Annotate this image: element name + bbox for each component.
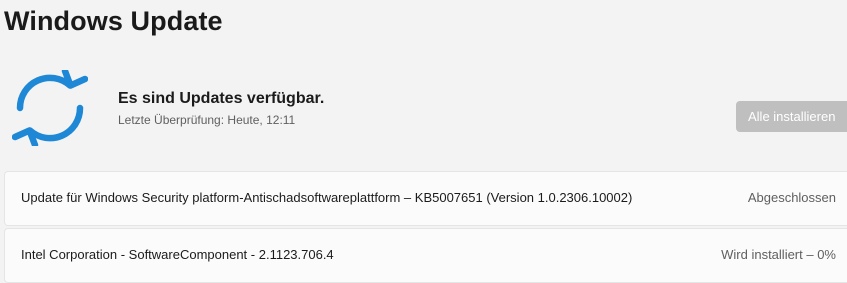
status-heading: Es sind Updates verfügbar. — [118, 90, 325, 107]
page-title: Windows Update — [4, 6, 223, 36]
sync-arrows-icon — [12, 70, 88, 146]
last-check-text: Letzte Überprüfung: Heute, 12:11 — [118, 113, 296, 127]
update-name: Update für Windows Security platform-Ant… — [21, 190, 633, 205]
install-all-button[interactable]: Alle installieren — [736, 101, 847, 132]
update-row[interactable]: Update für Windows Security platform-Ant… — [4, 171, 847, 226]
update-status-panel: Es sind Updates verfügbar. Letzte Überpr… — [0, 66, 847, 156]
update-row[interactable]: Intel Corporation - SoftwareComponent - … — [4, 228, 847, 283]
update-list: Update für Windows Security platform-Ant… — [4, 171, 847, 283]
update-name: Intel Corporation - SoftwareComponent - … — [21, 247, 334, 262]
update-status: Abgeschlossen — [747, 190, 836, 205]
update-status: Wird installiert – 0% — [721, 247, 836, 262]
